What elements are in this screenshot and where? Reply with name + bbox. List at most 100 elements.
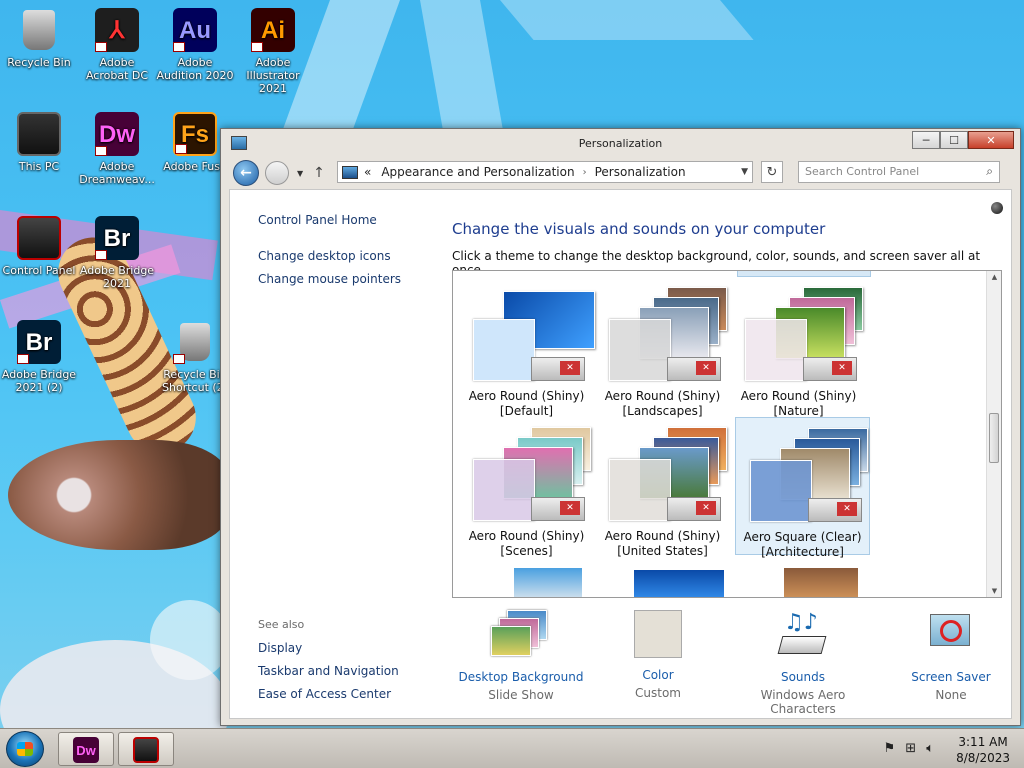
theme-tile[interactable]: ✕ Aero Round (Shiny) [Default] bbox=[459, 277, 595, 418]
theme-tile[interactable]: ✕ Aero Round (Shiny) [Landscapes] bbox=[595, 277, 730, 418]
desktop-icon-bridge[interactable]: Br Adobe Bridge 2021 bbox=[78, 216, 156, 290]
display-link[interactable]: Display bbox=[258, 641, 302, 655]
desktop-background-value: Slide Show bbox=[488, 688, 554, 702]
change-mouse-pointers-link[interactable]: Change mouse pointers bbox=[258, 272, 401, 286]
desktop-icon-recycle-bin[interactable]: Recycle Bin bbox=[0, 8, 78, 69]
theme-list[interactable]: ✕ Aero Round (Shiny) [Default] ✕ Aero Rou… bbox=[452, 270, 1002, 598]
ease-of-access-link[interactable]: Ease of Access Center bbox=[258, 687, 391, 701]
desktop-icon-this-pc[interactable]: This PC bbox=[0, 112, 78, 173]
control-panel-icon bbox=[133, 737, 159, 763]
theme-tile[interactable]: ✕ Aero Round (Shiny) [Scenes] bbox=[459, 417, 594, 558]
breadcrumb-personalization[interactable]: Personalization bbox=[595, 165, 686, 179]
breadcrumb-separator: › bbox=[582, 166, 587, 178]
theme-name: Aero Round (Shiny) bbox=[740, 389, 857, 403]
scroll-down-icon[interactable]: ▼ bbox=[987, 587, 1001, 595]
desktop-icon-acrobat[interactable]: ⅄ Adobe Acrobat DC bbox=[78, 8, 156, 82]
desktop-icon-audition[interactable]: Au Adobe Audition 2020 bbox=[156, 8, 234, 82]
theme-tile-partial[interactable] bbox=[783, 567, 859, 597]
theme-tile-partial[interactable] bbox=[633, 569, 725, 597]
theme-tile-selected[interactable]: ✕ Aero Square (Clear) [Architecture] bbox=[735, 417, 870, 559]
refresh-button[interactable]: ↻ bbox=[761, 161, 783, 183]
personalization-window: Personalization ─ ☐ ✕ ← ▼ ↑ « Appearance… bbox=[220, 128, 1021, 726]
system-tray: ⚑ ⊞ 🔈︎ bbox=[884, 741, 934, 756]
taskbar-navigation-link[interactable]: Taskbar and Navigation bbox=[258, 664, 399, 678]
control-panel-icon bbox=[342, 165, 358, 179]
desktop-background-setting[interactable]: Desktop Background Slide Show bbox=[456, 610, 586, 702]
theme-variant: [Scenes] bbox=[500, 544, 553, 558]
taskbar: Dw ⚑ ⊞ 🔈︎ 3:11 AM 8/8/2023 bbox=[0, 728, 1024, 768]
control-panel-icon bbox=[17, 216, 61, 260]
theme-variant: [United States] bbox=[617, 544, 708, 558]
color-setting[interactable]: Color Custom bbox=[608, 610, 708, 700]
taskbar-app-dreamweaver[interactable]: Dw bbox=[58, 732, 114, 766]
desktop-icon-label: Recycle Bin bbox=[7, 56, 71, 69]
theme-name: Aero Square (Clear) bbox=[743, 530, 862, 544]
desktop-icon-label: Adobe Dreamweav... bbox=[79, 160, 155, 186]
search-icon[interactable]: ⌕ bbox=[986, 164, 993, 179]
maximize-button[interactable]: ☐ bbox=[940, 131, 968, 149]
window-title: Personalization bbox=[578, 136, 663, 150]
dreamweaver-icon: Dw bbox=[95, 112, 139, 156]
clock-date: 8/8/2023 bbox=[956, 751, 1010, 765]
acrobat-icon: ⅄ bbox=[95, 8, 139, 52]
help-icon[interactable] bbox=[991, 202, 1003, 214]
close-button[interactable]: ✕ bbox=[968, 131, 1014, 149]
minimize-button[interactable]: ─ bbox=[912, 131, 940, 149]
theme-tile[interactable]: ✕ Aero Round (Shiny) [United States] bbox=[595, 417, 730, 558]
clock-time: 3:11 AM bbox=[958, 735, 1008, 749]
theme-list-scrollbar[interactable]: ▲ ▼ bbox=[986, 271, 1001, 597]
desktop-icon-bridge-2[interactable]: Br Adobe Bridge 2021 (2) bbox=[0, 320, 78, 394]
control-panel-home-link[interactable]: Control Panel Home bbox=[258, 213, 377, 227]
windows-logo-icon bbox=[17, 742, 33, 756]
fuse-icon: Fs bbox=[173, 112, 217, 156]
desktop-icon-illustrator[interactable]: Ai Adobe Illustrator 2021 bbox=[234, 8, 312, 95]
desktop-icon-label: Adobe Bridge 2021 bbox=[79, 264, 155, 290]
title-bar[interactable]: Personalization ─ ☐ ✕ bbox=[221, 129, 1020, 157]
color-swatch-icon bbox=[634, 610, 682, 658]
color-value: Custom bbox=[635, 686, 681, 700]
sounds-label[interactable]: Sounds bbox=[728, 670, 878, 684]
taskbar-app-control-panel[interactable] bbox=[118, 732, 174, 766]
theme-tile-partial[interactable] bbox=[513, 567, 583, 597]
scroll-up-icon[interactable]: ▲ bbox=[987, 273, 1001, 281]
search-input[interactable]: Search Control Panel ⌕ bbox=[798, 161, 1000, 183]
chevron-down-icon[interactable]: ▼ bbox=[741, 167, 748, 177]
volume-icon[interactable]: 🔈︎ bbox=[926, 741, 934, 756]
theme-variant: [Architecture] bbox=[761, 545, 844, 559]
clock[interactable]: 3:11 AM 8/8/2023 bbox=[956, 734, 1010, 766]
content-area: Control Panel Home Change desktop icons … bbox=[229, 189, 1012, 719]
bridge-icon: Br bbox=[95, 216, 139, 260]
up-button[interactable]: ↑ bbox=[313, 165, 325, 181]
computer-icon bbox=[17, 112, 61, 156]
color-label[interactable]: Color bbox=[608, 668, 708, 682]
theme-tile[interactable]: ✕ Aero Round (Shiny) [Nature] bbox=[731, 277, 866, 418]
breadcrumb-overflow[interactable]: « bbox=[364, 165, 371, 179]
desktop-icon-label: This PC bbox=[18, 160, 60, 173]
recycle-bin-icon bbox=[173, 320, 217, 364]
theme-name: Aero Round (Shiny) bbox=[468, 529, 585, 543]
screen-saver-icon bbox=[926, 610, 976, 660]
forward-button[interactable] bbox=[265, 161, 289, 185]
network-icon[interactable]: ⊞ bbox=[905, 741, 916, 756]
change-desktop-icons-link[interactable]: Change desktop icons bbox=[258, 249, 391, 263]
theme-name: Aero Round (Shiny) bbox=[604, 389, 721, 403]
start-button[interactable] bbox=[6, 731, 44, 767]
desktop-icon-dreamweaver[interactable]: Dw Adobe Dreamweav... bbox=[78, 112, 156, 186]
desktop-icon-label: Control Panel bbox=[2, 264, 76, 277]
screen-saver-label[interactable]: Screen Saver bbox=[896, 670, 1006, 684]
desktop-background-icon bbox=[491, 610, 551, 660]
sounds-setting[interactable]: ♫♪ Sounds Windows Aero Characters bbox=[728, 610, 878, 716]
address-bar[interactable]: « Appearance and Personalization › Perso… bbox=[337, 161, 753, 183]
action-center-flag-icon[interactable]: ⚑ bbox=[884, 741, 896, 756]
see-also-heading: See also bbox=[258, 618, 305, 631]
desktop-background-label[interactable]: Desktop Background bbox=[456, 670, 586, 684]
breadcrumb-appearance[interactable]: Appearance and Personalization bbox=[381, 165, 574, 179]
navigation-bar: ← ▼ ↑ « Appearance and Personalization ›… bbox=[221, 157, 1020, 189]
back-button[interactable]: ← bbox=[233, 160, 259, 186]
screen-saver-setting[interactable]: Screen Saver None bbox=[896, 610, 1006, 702]
desktop-icon-label: Adobe Bridge 2021 (2) bbox=[1, 368, 77, 394]
scrollbar-thumb[interactable] bbox=[989, 413, 999, 463]
theme-settings-bar: Desktop Background Slide Show Color Cust… bbox=[448, 610, 1008, 716]
recent-pages-dropdown[interactable]: ▼ bbox=[297, 169, 303, 178]
desktop-icon-control-panel[interactable]: Control Panel bbox=[0, 216, 78, 277]
